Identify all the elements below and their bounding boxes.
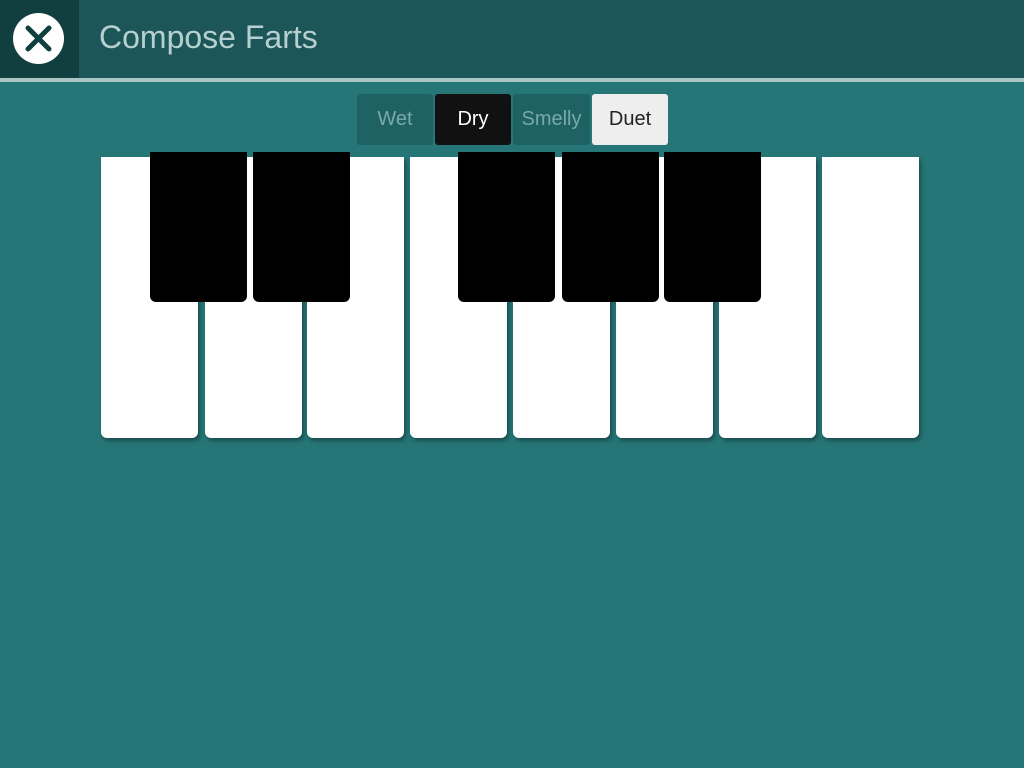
- black-key-5[interactable]: [664, 152, 761, 302]
- tab-smelly[interactable]: Smelly: [513, 94, 590, 145]
- close-x-icon: [25, 25, 52, 52]
- black-key-2[interactable]: [253, 152, 350, 302]
- black-key-1[interactable]: [150, 152, 247, 302]
- tab-wet[interactable]: Wet: [357, 94, 433, 145]
- white-key-8[interactable]: [822, 157, 919, 438]
- black-key-3[interactable]: [458, 152, 555, 302]
- piano-keyboard: [0, 0, 1024, 768]
- tab-dry[interactable]: Dry: [435, 94, 511, 145]
- page-title: Compose Farts: [99, 19, 318, 55]
- close-area: [0, 0, 79, 78]
- tab-duet[interactable]: Duet: [592, 94, 668, 145]
- header-divider: [0, 78, 1024, 82]
- black-key-4[interactable]: [562, 152, 659, 302]
- close-button[interactable]: [13, 13, 64, 64]
